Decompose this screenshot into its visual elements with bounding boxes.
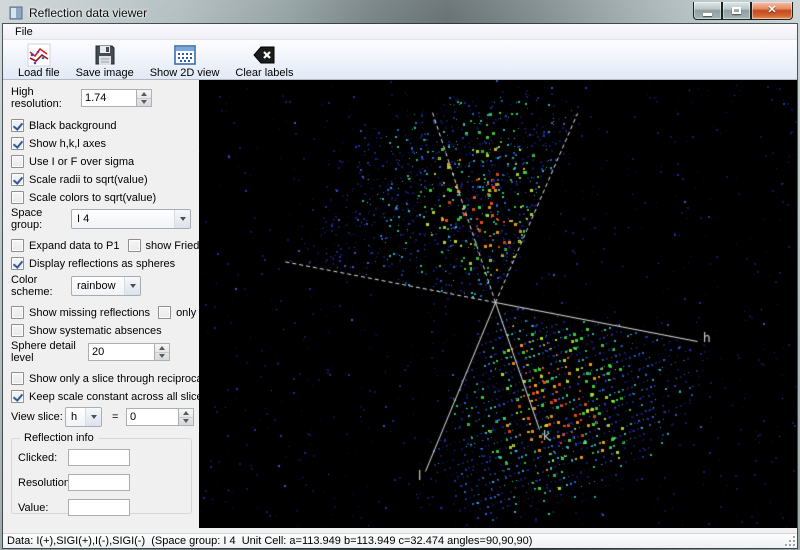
scale-colors-checkbox[interactable] [11,191,24,204]
resolution-input[interactable] [68,474,130,491]
clicked-input[interactable] [68,449,130,466]
status-text: Data: I(+),SIGI(+),I(-),SIGI(-) (Space g… [7,535,532,547]
color-scheme-select[interactable]: rainbow [71,276,141,296]
resolution-label: Resolution: [18,477,68,489]
show-2d-view-button[interactable]: Show 2D view [145,42,225,80]
clear-labels-label: Clear labels [235,67,293,79]
high-resolution-label: High resolution: [11,86,81,110]
menu-file[interactable]: File [9,24,39,39]
high-resolution-input[interactable] [81,89,137,107]
chevron-down-icon [174,210,190,228]
load-file-label: Load file [18,67,60,79]
black-background-label: Black background [29,120,116,132]
display-spheres-checkbox[interactable] [11,257,24,270]
show-missing-checkbox[interactable] [11,306,24,319]
value-label: Value: [18,502,68,514]
titlebar[interactable]: Reflection data viewer ✕ [3,2,797,24]
view-slice-axis-value: h [71,411,85,423]
clear-labels-icon [252,43,276,67]
display-spheres-label: Display reflections as spheres [29,258,175,270]
view-slice-spinner[interactable] [179,408,194,426]
expand-p1-label: Expand data to P1 [29,240,120,252]
viewport [199,80,797,528]
scale-colors-label: Scale colors to sqrt(value) [29,192,156,204]
menubar: File [3,24,797,40]
sphere-detail-spinner[interactable] [155,343,170,361]
sphere-detail-label: Sphere detail level [11,340,88,364]
save-image-button[interactable]: Save image [71,42,139,80]
slice-only-checkbox[interactable] [11,372,24,385]
space-group-value: I 4 [77,213,174,225]
maximize-button[interactable] [722,2,751,20]
keep-scale-label: Keep scale constant across all slices [29,391,199,403]
reflection-info-group: Reflection info Clicked: Resolution: Val… [11,438,192,514]
view-slice-axis-select[interactable]: h [65,407,102,427]
scale-radii-label: Scale radii to sqrt(value) [29,174,148,186]
chevron-down-icon [85,408,101,426]
missing-only-label: only [176,307,196,319]
color-scheme-value: rainbow [77,280,124,292]
save-image-icon [93,43,117,67]
window-title: Reflection data viewer [29,6,147,20]
load-file-button[interactable]: Load file [13,42,65,80]
app-window: Reflection data viewer ✕ File Load file [0,0,800,550]
i-over-sigma-label: Use I or F over sigma [29,156,134,168]
close-icon: ✕ [767,5,776,16]
minimize-icon [703,13,712,16]
clicked-label: Clicked: [18,452,68,464]
reflection-3d-view[interactable] [199,80,797,528]
systematic-absences-checkbox[interactable] [11,324,24,337]
view-slice-input[interactable] [126,408,179,426]
chevron-down-icon [124,277,140,295]
toolbar: Load file Save image [3,40,797,80]
color-scheme-label: Color scheme: [11,274,71,298]
maximize-icon [732,7,741,14]
save-image-label: Save image [76,67,134,79]
show-2d-view-label: Show 2D view [150,67,220,79]
slice-only-label: Show only a slice through reciprocal spa… [29,373,199,385]
black-background-checkbox[interactable] [11,119,24,132]
clear-labels-button[interactable]: Clear labels [230,42,298,80]
friedel-pairs-label: show Friedel pairs [146,240,199,252]
expand-p1-checkbox[interactable] [11,239,24,252]
show-missing-label: Show missing reflections [29,307,150,319]
equals-label: = [112,411,124,423]
load-file-icon [27,43,51,67]
reflection-info-title: Reflection info [20,432,98,444]
value-input[interactable] [68,499,130,516]
show-hkl-axes-checkbox[interactable] [11,137,24,150]
show-2d-view-icon [173,43,197,67]
show-hkl-axes-label: Show h,k,l axes [29,138,106,150]
high-resolution-spinner[interactable] [137,89,152,107]
keep-scale-checkbox[interactable] [11,390,24,403]
close-button[interactable]: ✕ [751,2,793,20]
space-group-label: Space group: [11,207,71,231]
sphere-detail-input[interactable] [88,343,155,361]
i-over-sigma-checkbox[interactable] [11,155,24,168]
app-icon [9,6,23,20]
space-group-select[interactable]: I 4 [71,209,191,229]
statusbar: Data: I(+),SIGI(+),I(-),SIGI(-) (Space g… [3,533,797,548]
minimize-button[interactable] [693,2,722,20]
scale-radii-checkbox[interactable] [11,173,24,186]
settings-panel: High resolution: Black background Show h… [3,80,199,533]
systematic-absences-label: Show systematic absences [29,325,162,337]
resize-grip[interactable] [784,535,796,547]
friedel-pairs-checkbox[interactable] [128,239,141,252]
missing-only-checkbox[interactable] [158,306,171,319]
view-slice-label: View slice: [11,411,65,423]
